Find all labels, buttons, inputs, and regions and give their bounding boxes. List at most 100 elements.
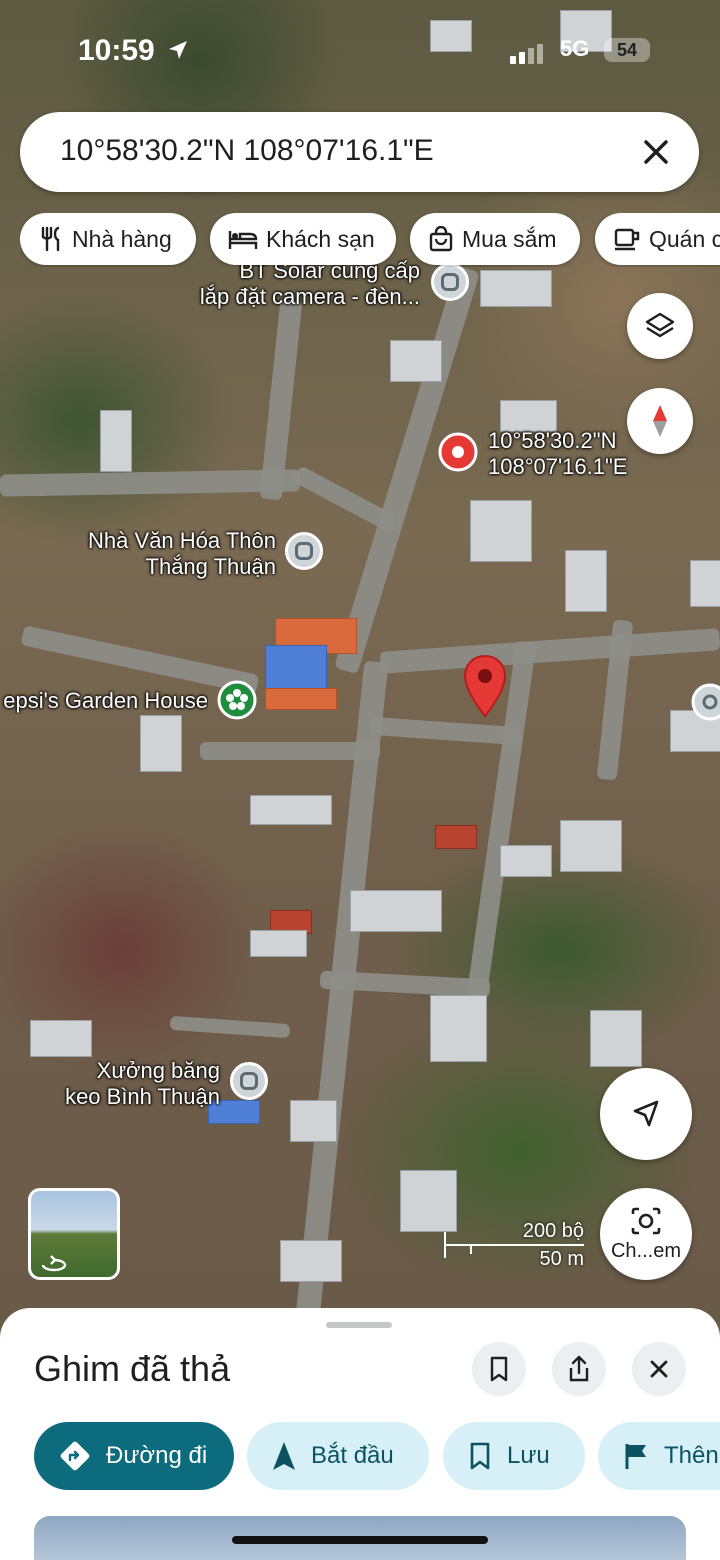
- poi-marker-solar[interactable]: [431, 263, 469, 301]
- my-location-button[interactable]: [600, 1068, 692, 1160]
- network-type: 5G: [560, 36, 590, 61]
- poi-marker-right-edge[interactable]: [690, 682, 720, 722]
- map-building: [470, 500, 532, 562]
- home-indicator[interactable]: [232, 1536, 488, 1544]
- layers-button[interactable]: [627, 293, 693, 359]
- poi-dot-icon: [240, 1072, 258, 1090]
- directions-icon: [60, 1441, 90, 1471]
- directions-button[interactable]: Đường đi: [34, 1422, 234, 1490]
- map-building: [350, 890, 442, 932]
- cafe-icon: [614, 228, 640, 251]
- sheet-title: Ghim đã thả: [34, 1348, 231, 1389]
- navigation-arrow-icon: [633, 1100, 659, 1127]
- chip-cafe[interactable]: Quán c: [595, 213, 720, 265]
- map-building: [250, 795, 332, 825]
- map-road: [292, 465, 398, 533]
- map-building: [435, 825, 477, 849]
- poi-label-garden-house[interactable]: epsi's Garden House: [0, 688, 208, 714]
- map-building: [565, 550, 607, 612]
- category-chips: Nhà hàng Khách sạn Mua sắm Quán c: [20, 213, 720, 267]
- chip-hotels-label: Khách sạn: [266, 225, 375, 252]
- share-button[interactable]: [552, 1342, 606, 1396]
- map-building: [250, 930, 307, 957]
- map-road: [169, 1015, 291, 1039]
- poi-label-tape-factory[interactable]: Xưởng băng keo Bình Thuận: [40, 1058, 220, 1110]
- hotel-icon: [228, 231, 258, 249]
- status-time: 10:59: [78, 34, 155, 67]
- compass-icon: [653, 405, 667, 437]
- signal-icon: [508, 42, 548, 69]
- map-building: [30, 1020, 92, 1057]
- tape-factory-line1: Xưởng băng: [96, 1058, 220, 1083]
- battery-level: 54: [616, 40, 638, 60]
- tape-factory-line2: keo Bình Thuận: [65, 1084, 220, 1109]
- bookmark-icon: [470, 1442, 490, 1470]
- map-road: [0, 469, 301, 497]
- search-input[interactable]: 10°58'30.2"N 108°07'16.1"E: [60, 134, 434, 168]
- close-icon: [650, 1360, 668, 1378]
- chip-restaurants[interactable]: Nhà hàng: [20, 213, 196, 265]
- save-label: Lưu: [507, 1442, 550, 1469]
- poi-dot-icon: [441, 273, 459, 291]
- map-road: [379, 628, 720, 674]
- close-icon[interactable]: [638, 134, 674, 170]
- map-building: [280, 1240, 342, 1282]
- shopping-icon: [429, 226, 453, 252]
- scale-meters: 50 m: [539, 1248, 584, 1270]
- camera-icon: [631, 1207, 661, 1234]
- rotate-360-icon: [41, 1255, 67, 1272]
- scale-tick: [470, 1244, 472, 1254]
- map-building: [100, 410, 132, 472]
- chip-shopping-label: Mua sắm: [462, 225, 557, 252]
- map-building: [290, 1100, 337, 1142]
- close-sheet-button[interactable]: [632, 1342, 686, 1396]
- layers-icon: [645, 312, 675, 338]
- save-button[interactable]: Lưu: [443, 1422, 585, 1490]
- place-bottom-sheet[interactable]: Ghim đã thả Đường đi Bắt đầu Lưu Thên: [0, 1308, 720, 1560]
- dropped-pin-small-icon[interactable]: [438, 432, 478, 472]
- poi-marker-cultural-house[interactable]: [285, 532, 323, 570]
- scale-feet: 200 bộ: [522, 1220, 584, 1242]
- battery-icon: 54: [604, 38, 650, 62]
- location-arrow-icon: [166, 38, 190, 67]
- chip-shopping[interactable]: Mua sắm: [410, 213, 580, 265]
- poi-label-cultural-house[interactable]: Nhà Văn Hóa Thôn Thắng Thuận: [40, 528, 276, 580]
- flower-poi-icon[interactable]: [217, 680, 257, 720]
- map-building: [590, 1010, 642, 1067]
- share-icon: [569, 1355, 589, 1382]
- coord-longitude: 108°07'16.1"E: [488, 454, 628, 479]
- start-label: Bắt đầu: [311, 1442, 394, 1469]
- map-building: [140, 715, 182, 772]
- status-bar: 10:59 5G 54: [0, 22, 720, 78]
- map-building: [390, 340, 442, 382]
- camera-lens-button[interactable]: Ch...em: [600, 1188, 692, 1280]
- poi-dot-icon: [295, 542, 313, 560]
- directions-label: Đường đi: [106, 1442, 208, 1469]
- cultural-house-line2: Thắng Thuận: [145, 554, 276, 579]
- map-building: [500, 845, 552, 877]
- scale-tick: [444, 1232, 446, 1258]
- save-icon-button[interactable]: [472, 1342, 526, 1396]
- more-label: Thên: [664, 1442, 719, 1469]
- start-button[interactable]: Bắt đầu: [247, 1422, 429, 1490]
- dropped-pin-marker-icon[interactable]: [462, 654, 508, 720]
- scale-line: [444, 1244, 584, 1246]
- camera-button-label: Ch...em: [610, 1239, 682, 1262]
- map-building: [560, 820, 622, 872]
- navigation-start-icon: [273, 1442, 295, 1470]
- map-building: [480, 270, 552, 307]
- chip-hotels[interactable]: Khách sạn: [210, 213, 396, 265]
- search-bar[interactable]: 10°58'30.2"N 108°07'16.1"E: [20, 112, 699, 192]
- map-road: [200, 742, 380, 760]
- bookmark-icon: [490, 1356, 508, 1382]
- sheet-drag-handle[interactable]: [326, 1322, 392, 1328]
- map-building: [265, 688, 337, 710]
- poi-marker-tape-factory[interactable]: [230, 1062, 268, 1100]
- flag-icon: [625, 1444, 646, 1469]
- map-building: [265, 645, 327, 692]
- more-button[interactable]: Thên: [598, 1422, 720, 1490]
- street-view-thumbnail[interactable]: [28, 1188, 120, 1280]
- compass-button[interactable]: [627, 388, 693, 454]
- cultural-house-line1: Nhà Văn Hóa Thôn: [88, 528, 276, 553]
- chip-restaurants-label: Nhà hàng: [72, 225, 172, 252]
